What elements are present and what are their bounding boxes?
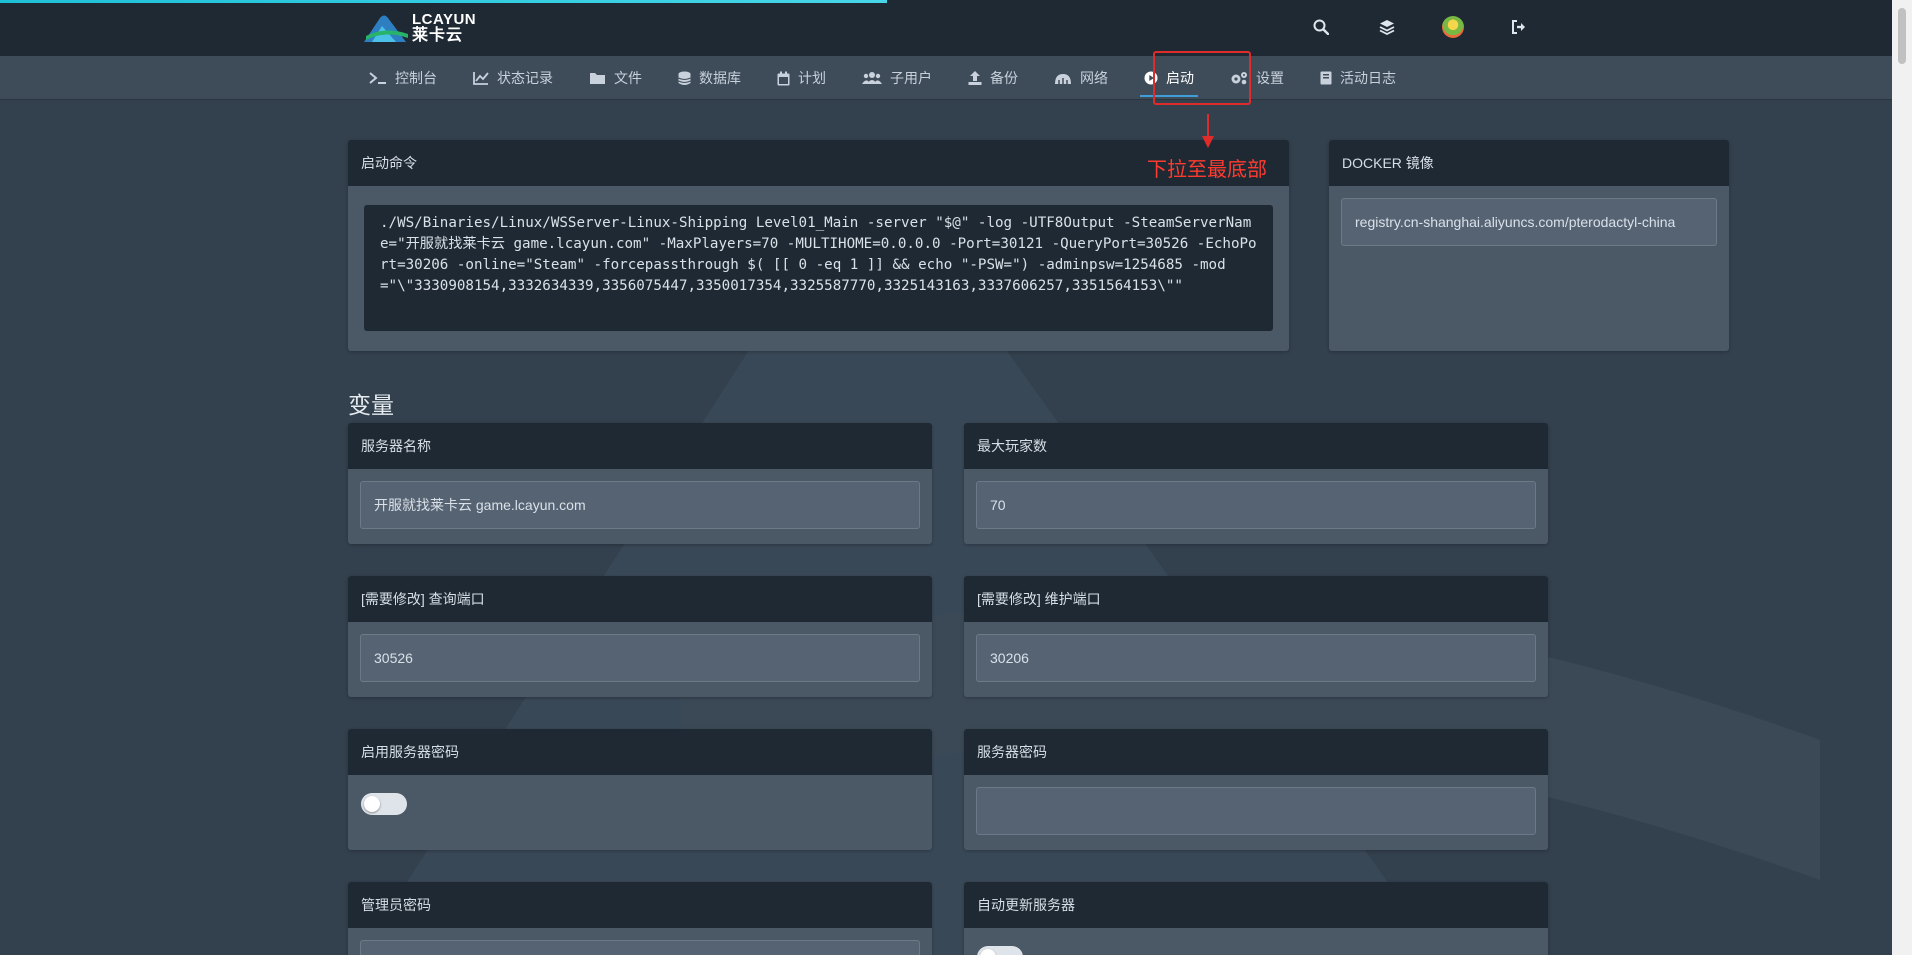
nav-label: 活动日志 bbox=[1340, 70, 1396, 86]
var-server-password-card: 服务器密码 bbox=[964, 729, 1548, 850]
nav-schedules[interactable]: 计划 bbox=[759, 56, 844, 100]
brand-logo[interactable]: LCAYUN 莱卡云 bbox=[362, 10, 476, 46]
nav-console[interactable]: 控制台 bbox=[351, 56, 455, 100]
scrollbar-thumb[interactable] bbox=[1898, 8, 1906, 64]
annotation-text: 下拉至最底部 bbox=[1147, 157, 1267, 181]
server-password-input[interactable] bbox=[976, 787, 1536, 835]
annotation-highlight-box bbox=[1153, 51, 1251, 105]
logo-mark-icon bbox=[364, 15, 408, 42]
nav-activity[interactable]: 活动日志 bbox=[1302, 56, 1414, 100]
search-icon[interactable] bbox=[1310, 16, 1332, 38]
startup-command-text: ./WS/Binaries/Linux/WSServer-Linux-Shipp… bbox=[364, 205, 1273, 331]
nav-label: 子用户 bbox=[890, 70, 932, 86]
calendar-icon bbox=[777, 71, 790, 85]
card-title: [需要修改] 维护端口 bbox=[964, 576, 1548, 622]
terminal-icon bbox=[369, 72, 386, 84]
card-title: 最大玩家数 bbox=[964, 423, 1548, 469]
nav-subusers[interactable]: 子用户 bbox=[844, 56, 950, 100]
nav-network[interactable]: 网络 bbox=[1036, 56, 1126, 100]
toggle-knob bbox=[980, 949, 996, 955]
nav-database[interactable]: 数据库 bbox=[660, 56, 759, 100]
users-icon bbox=[862, 72, 882, 84]
card-title: 自动更新服务器 bbox=[964, 882, 1548, 928]
card-title: 管理员密码 bbox=[348, 882, 932, 928]
server-name-input[interactable]: 开服就找莱卡云 game.lcayun.com bbox=[360, 481, 920, 529]
docker-image-select[interactable]: registry.cn-shanghai.aliyuncs.com/pterod… bbox=[1341, 198, 1717, 246]
nav-stats[interactable]: 状态记录 bbox=[455, 56, 571, 100]
nav-label: 状态记录 bbox=[497, 70, 553, 86]
var-auto-update-card: 自动更新服务器 bbox=[964, 882, 1548, 955]
nav-label: 文件 bbox=[614, 70, 642, 86]
nav-backups[interactable]: 备份 bbox=[950, 56, 1036, 100]
card-title: 服务器密码 bbox=[964, 729, 1548, 775]
logout-icon[interactable] bbox=[1508, 16, 1530, 38]
logo-text-cn: 莱卡云 bbox=[412, 27, 464, 44]
card-title: [需要修改] 查询端口 bbox=[348, 576, 932, 622]
nav-label: 设置 bbox=[1256, 70, 1284, 86]
upload-icon bbox=[968, 71, 982, 85]
toggle-knob bbox=[364, 796, 380, 812]
max-players-input[interactable]: 70 bbox=[976, 481, 1536, 529]
annotation-arrow-icon bbox=[1202, 114, 1214, 148]
var-enable-password-card: 启用服务器密码 bbox=[348, 729, 932, 850]
server-nav: 控制台 状态记录 文件 数据库 计划 子用户 备份 网络 启动 设置 活动日志 bbox=[0, 56, 1892, 100]
card-title: 启用服务器密码 bbox=[348, 729, 932, 775]
var-echo-port-card: [需要修改] 维护端口 30206 bbox=[964, 576, 1548, 697]
nav-label: 数据库 bbox=[699, 70, 741, 86]
loading-progress-bar bbox=[0, 0, 887, 3]
nav-label: 计划 bbox=[798, 70, 826, 86]
folder-icon bbox=[590, 72, 605, 84]
chart-icon bbox=[473, 72, 489, 85]
layers-icon[interactable] bbox=[1376, 16, 1398, 38]
logo-text-en: LCAYUN bbox=[412, 11, 477, 28]
top-header: LCAYUN 莱卡云 bbox=[0, 0, 1892, 56]
nav-files[interactable]: 文件 bbox=[571, 56, 660, 100]
echo-port-input[interactable]: 30206 bbox=[976, 634, 1536, 682]
variables-section-title: 变量 bbox=[348, 392, 394, 418]
nav-label: 备份 bbox=[990, 70, 1018, 86]
network-icon bbox=[1055, 73, 1071, 84]
nav-label: 网络 bbox=[1080, 70, 1108, 86]
nav-label: 控制台 bbox=[395, 70, 437, 86]
card-title: DOCKER 镜像 bbox=[1329, 140, 1729, 186]
enable-password-toggle[interactable] bbox=[361, 793, 407, 815]
auto-update-toggle[interactable] bbox=[977, 946, 1023, 955]
query-port-input[interactable]: 30526 bbox=[360, 634, 920, 682]
var-max-players-card: 最大玩家数 70 bbox=[964, 423, 1548, 544]
database-icon bbox=[678, 71, 691, 85]
card-title: 服务器名称 bbox=[348, 423, 932, 469]
page-scrollbar[interactable] bbox=[1892, 0, 1912, 955]
var-admin-password-card: 管理员密码 bbox=[348, 882, 932, 955]
avatar[interactable] bbox=[1442, 16, 1464, 38]
book-icon bbox=[1320, 71, 1332, 85]
var-query-port-card: [需要修改] 查询端口 30526 bbox=[348, 576, 932, 697]
docker-image-card: DOCKER 镜像 registry.cn-shanghai.aliyuncs.… bbox=[1329, 140, 1729, 351]
var-server-name-card: 服务器名称 开服就找莱卡云 game.lcayun.com bbox=[348, 423, 932, 544]
admin-password-input[interactable] bbox=[360, 940, 920, 955]
